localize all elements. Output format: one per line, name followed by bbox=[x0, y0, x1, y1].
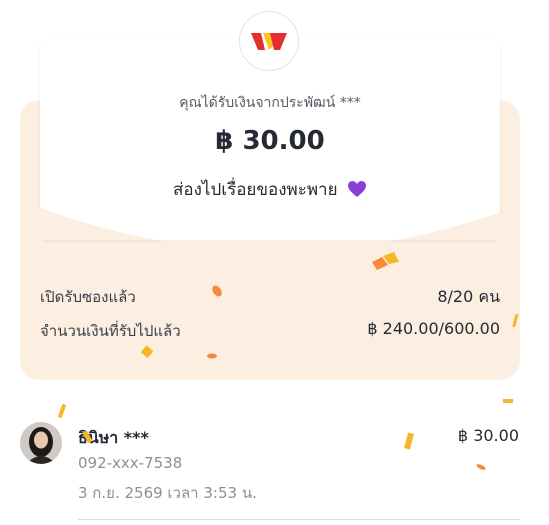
received-amount: ฿ 30.00 bbox=[215, 126, 325, 156]
confetti-piece bbox=[57, 403, 67, 419]
opened-value: 8/20 คน bbox=[437, 287, 500, 306]
opened-label: เปิดรับซองแล้ว bbox=[40, 288, 136, 306]
avatar-photo bbox=[20, 422, 62, 464]
list-divider bbox=[78, 519, 520, 520]
confetti-piece bbox=[503, 399, 513, 403]
confetti-piece bbox=[476, 464, 486, 470]
received-total-label: จำนวนเงินที่รับไปแล้ว bbox=[40, 322, 181, 340]
avatar bbox=[20, 422, 62, 464]
sender-line: คุณได้รับเงินจากประพัฒน์ *** bbox=[179, 95, 361, 111]
app-logo bbox=[239, 11, 299, 71]
message-text: ส่องไปเรื่อยของพะพาย bbox=[173, 180, 338, 200]
purple-heart-icon bbox=[347, 181, 366, 197]
envelope-message: ส่องไปเรื่อยของพะพาย bbox=[40, 176, 500, 203]
recipient-amount: ฿ 30.00 bbox=[457, 426, 519, 445]
logo-icon bbox=[251, 33, 287, 50]
recipient-date: 3 ก.ย. 2569 เวลา 3:53 น. bbox=[78, 484, 257, 502]
stage: คุณได้รับเงินจากประพัฒน์ *** ฿ 30.00 ส่อ… bbox=[0, 0, 549, 525]
received-total-value: ฿ 240.00/600.00 bbox=[367, 319, 500, 338]
confetti-piece bbox=[404, 432, 414, 450]
recipient-phone: 092-xxx-7538 bbox=[78, 454, 183, 472]
recipient-name: ธินิษา *** bbox=[78, 428, 149, 447]
